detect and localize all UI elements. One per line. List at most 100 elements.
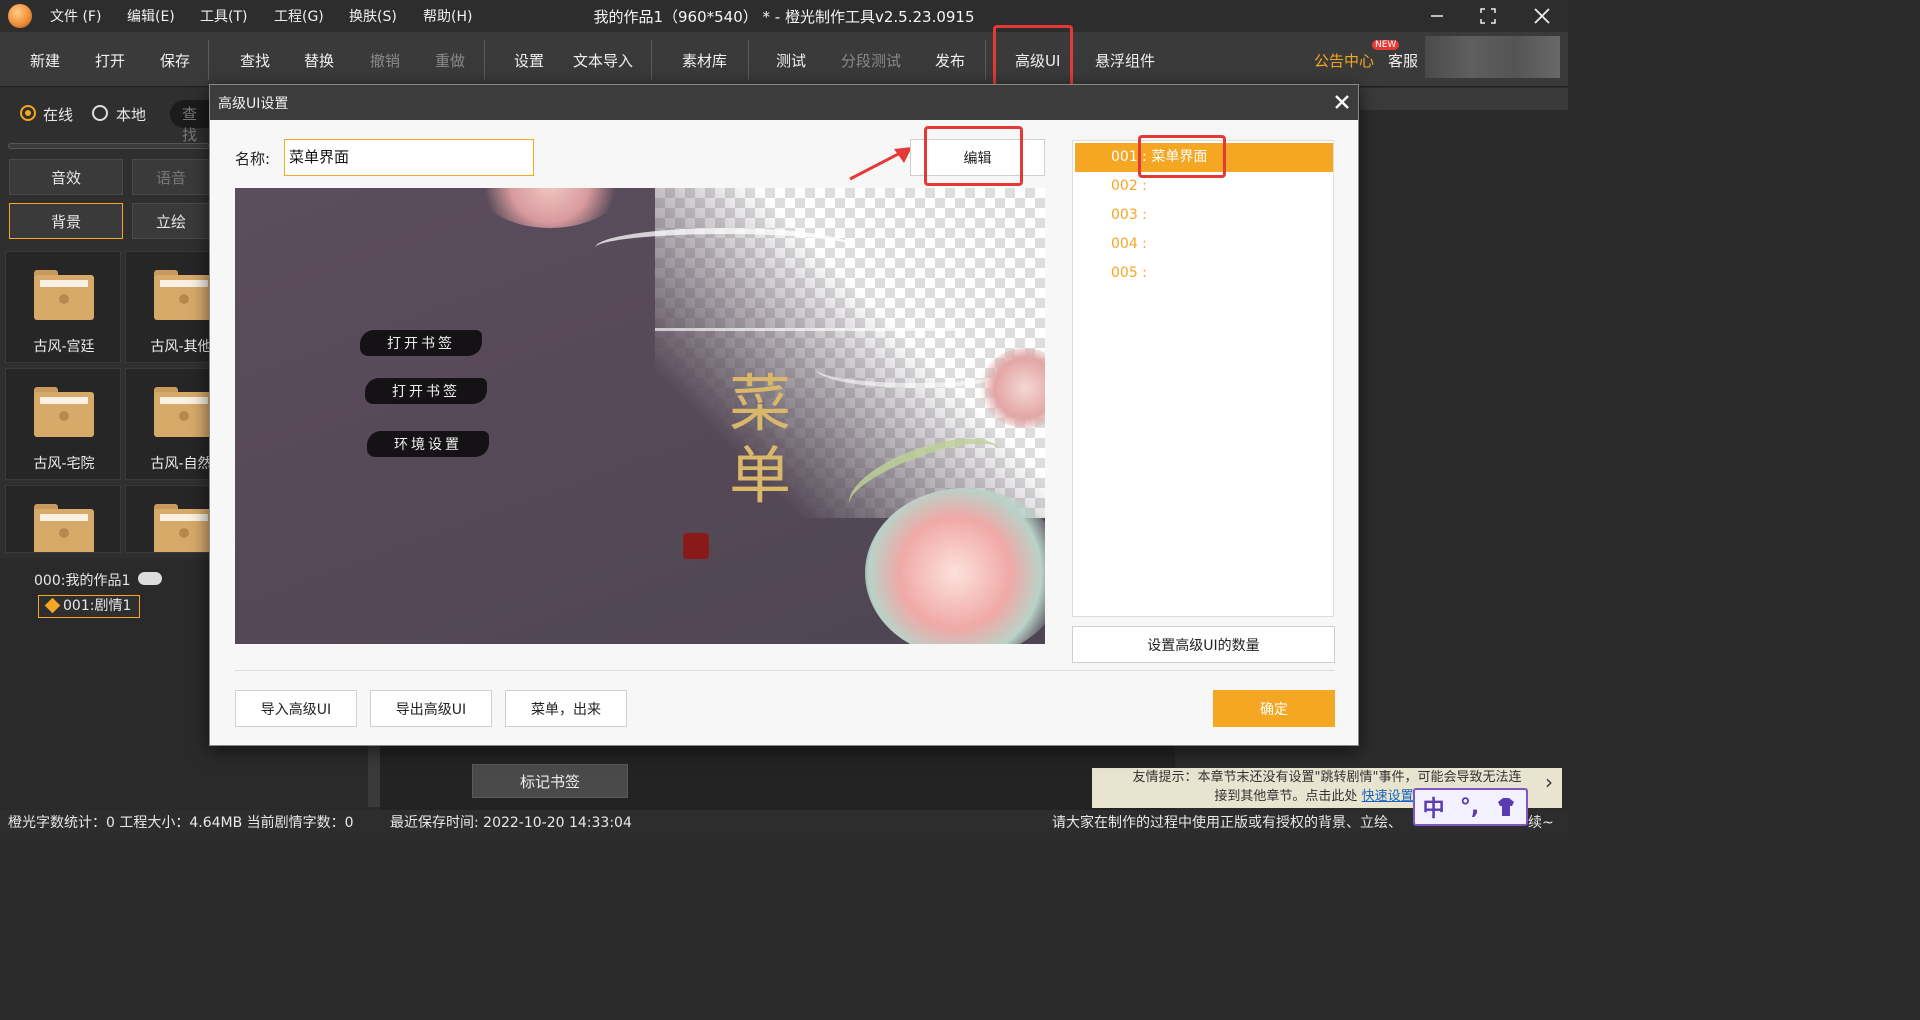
- seal-stamp: [683, 533, 709, 559]
- floating-widget-button[interactable]: 悬浮组件: [1095, 50, 1155, 71]
- status-notice: 请大家在制作的过程中使用正版或有授权的背景、立绘、: [1052, 815, 1402, 831]
- close-icon: [1534, 8, 1550, 24]
- service-button[interactable]: 客服: [1388, 50, 1418, 71]
- name-input[interactable]: 菜单界面: [284, 139, 534, 176]
- restore-icon: [1480, 8, 1496, 24]
- menu-title-art: 菜 单: [728, 367, 791, 512]
- advanced-ui-dialog: 高级UI设置 名称: 菜单界面 编辑 打开书签 打开书签 环境设置 菜 单 00…: [209, 84, 1359, 746]
- assets-button[interactable]: 素材库: [682, 50, 727, 71]
- status-notice-tail: 续~: [1528, 815, 1554, 831]
- ok-button[interactable]: 确定: [1213, 690, 1335, 727]
- advanced-ui-button[interactable]: 高级UI: [1015, 50, 1060, 71]
- folder-label: 古风-宫廷: [33, 339, 95, 355]
- ime-indicator[interactable]: 中 °,: [1413, 788, 1528, 826]
- name-label: 名称:: [235, 150, 271, 168]
- dialog-header: [210, 85, 1358, 120]
- folder-tile[interactable]: 古风-宅院: [5, 368, 121, 480]
- menu-out-button[interactable]: 菜单，出来: [505, 690, 627, 727]
- online-radio[interactable]: [20, 105, 36, 121]
- dialog-divider: [235, 670, 1335, 671]
- folder-icon: [154, 504, 209, 552]
- ime-punct-icon: °,: [1459, 794, 1480, 820]
- online-label: 在线: [43, 106, 74, 124]
- toolbar-divider: [748, 40, 749, 80]
- slider-track[interactable]: [8, 143, 210, 149]
- ime-mode-label: 中: [1422, 797, 1445, 822]
- ui-list: 001 : 菜单界面 002 : 003 : 004 : 005 :: [1072, 140, 1334, 617]
- local-radio[interactable]: [92, 105, 108, 121]
- ime-skin-icon: [1498, 798, 1515, 816]
- new-button[interactable]: 新建: [30, 50, 60, 71]
- publish-button[interactable]: 发布: [935, 50, 965, 71]
- tree-root[interactable]: 000:我的作品1: [34, 570, 130, 590]
- category-sound[interactable]: 音效: [9, 159, 123, 195]
- import-button[interactable]: 导入高级UI: [235, 690, 357, 727]
- search-input[interactable]: 查找: [170, 100, 210, 144]
- folder-icon: [154, 387, 209, 437]
- dialog-close-button[interactable]: [1332, 92, 1354, 114]
- test-button[interactable]: 测试: [776, 50, 806, 71]
- find-button[interactable]: 查找: [240, 50, 270, 71]
- replace-button[interactable]: 替换: [304, 50, 334, 71]
- text-import-button[interactable]: 文本导入: [573, 50, 633, 71]
- minimize-button[interactable]: [1417, 2, 1457, 30]
- hint-next-icon[interactable]: ›: [1545, 770, 1565, 806]
- toolbar-divider: [651, 40, 652, 80]
- right-panel-header: [1360, 88, 1568, 110]
- folder-tile[interactable]: 古风-其他: [125, 251, 210, 363]
- list-item[interactable]: 005 :: [1075, 259, 1333, 288]
- toolbar-divider: [484, 40, 485, 80]
- highlight-box: [924, 126, 1023, 186]
- mist-line: [655, 328, 955, 331]
- preview-button-1: 打开书签: [360, 330, 482, 356]
- status-stats: 橙光字数统计：0 工程大小：4.64MB 当前剧情字数：0: [8, 815, 354, 831]
- close-button[interactable]: [1522, 2, 1562, 30]
- arrow-icon: [849, 147, 912, 181]
- collapse-icon[interactable]: [138, 572, 162, 585]
- redo-button[interactable]: 重做: [435, 50, 465, 71]
- folder-tile[interactable]: [5, 485, 121, 553]
- local-label: 本地: [116, 106, 147, 124]
- status-saved: 最近保存时间: 2022-10-20 14:33:04: [390, 815, 632, 831]
- folder-icon: [34, 387, 94, 437]
- close-icon: [1335, 95, 1349, 109]
- minimize-icon: [1431, 15, 1443, 17]
- folder-icon: [34, 504, 94, 552]
- folder-label: 古风-其他: [150, 339, 210, 355]
- folder-icon: [154, 270, 209, 320]
- ui-preview: 打开书签 打开书签 环境设置 菜 单: [235, 188, 1045, 644]
- folder-icon: [34, 270, 94, 320]
- folder-tile[interactable]: 古风-自然: [125, 368, 210, 480]
- open-button[interactable]: 打开: [95, 50, 125, 71]
- export-button[interactable]: 导出高级UI: [370, 690, 492, 727]
- avatar[interactable]: [1425, 36, 1560, 78]
- segment-test-button[interactable]: 分段测试: [841, 50, 901, 71]
- list-item[interactable]: 003 :: [1075, 201, 1333, 230]
- restore-button[interactable]: [1468, 2, 1508, 30]
- folder-tile[interactable]: 古风-宫廷: [5, 251, 121, 363]
- save-button[interactable]: 保存: [160, 50, 190, 71]
- peony-top: [475, 188, 625, 228]
- cloud-swirl: [595, 228, 855, 268]
- folder-label: 古风-宅院: [33, 456, 95, 472]
- folder-label: 古风-自然: [150, 456, 210, 472]
- new-badge: NEW: [1372, 40, 1400, 50]
- notice-center-button[interactable]: 公告中心: [1314, 50, 1374, 71]
- list-item[interactable]: 004 :: [1075, 230, 1333, 259]
- hint-line1: 友情提示：本章节末还没有设置"跳转剧情"事件，可能会导致无法连: [1132, 770, 1522, 785]
- bookmark-button[interactable]: 标记书签: [472, 764, 628, 798]
- category-standing[interactable]: 立绘: [132, 203, 210, 239]
- category-background[interactable]: 背景: [9, 203, 123, 239]
- settings-button[interactable]: 设置: [514, 50, 544, 71]
- preview-button-2: 打开书签: [365, 378, 487, 404]
- undo-button[interactable]: 撤销: [370, 50, 400, 71]
- scrollbar[interactable]: [368, 745, 380, 807]
- toolbar-divider: [208, 40, 209, 80]
- set-count-button[interactable]: 设置高级UI的数量: [1072, 626, 1335, 663]
- highlight-box: [1138, 135, 1226, 178]
- window-title: 我的作品1（960*540） * - 橙光制作工具v2.5.23.0915: [593, 8, 975, 26]
- dialog-title: 高级UI设置: [218, 96, 289, 112]
- folder-tile[interactable]: [125, 485, 210, 553]
- preview-button-3: 环境设置: [367, 431, 489, 457]
- category-voice[interactable]: 语音: [132, 159, 210, 195]
